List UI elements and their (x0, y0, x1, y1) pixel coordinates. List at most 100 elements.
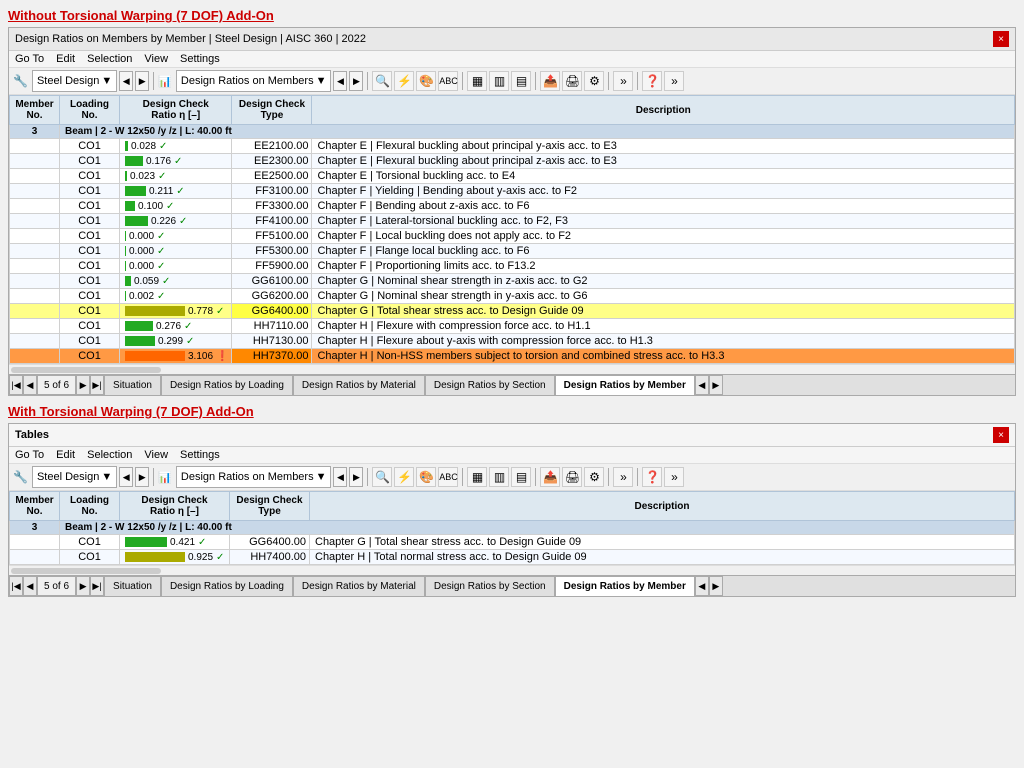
bottom-tab-scroll-right[interactable]: ▶ (709, 576, 723, 596)
bottom-tab-situation[interactable]: Situation (104, 576, 161, 596)
menu-settings[interactable]: Settings (180, 53, 220, 65)
bottom-toolbar-prev1[interactable]: ◀ (119, 467, 133, 487)
bottom-menu-goto[interactable]: Go To (15, 449, 44, 461)
bottom-tab-first[interactable]: |◀ (9, 576, 23, 596)
tab-by-loading[interactable]: Design Ratios by Loading (161, 375, 293, 395)
bottom-more2-icon[interactable]: » (664, 467, 684, 487)
table-row[interactable]: CO10.059 ✓GG6100.00Chapter G | Nominal s… (10, 274, 1015, 289)
table-row[interactable]: CO10.000 ✓FF5900.00Chapter F | Proportio… (10, 259, 1015, 274)
table-icon[interactable]: ▦ (467, 71, 487, 91)
table-row[interactable]: CO10.176 ✓EE2300.00Chapter E | Flexural … (10, 154, 1015, 169)
toolbar-prev1[interactable]: ◀ (119, 71, 133, 91)
bottom-table-icon[interactable]: ▦ (467, 467, 487, 487)
table-row[interactable]: CO10.002 ✓GG6200.00Chapter G | Nominal s… (10, 289, 1015, 304)
bottom-toolbar-prev2[interactable]: ◀ (333, 467, 347, 487)
table-row[interactable]: CO10.925 ✓HH7400.00Chapter H | Total nor… (10, 550, 1015, 565)
menu-selection[interactable]: Selection (87, 53, 132, 65)
tab-prev[interactable]: ◀ (23, 375, 37, 395)
filter-icon[interactable]: ⚡ (394, 71, 414, 91)
bottom-tab-by-loading[interactable]: Design Ratios by Loading (161, 576, 293, 596)
top-scrollbar[interactable] (9, 364, 1015, 374)
table-row[interactable]: CO10.421 ✓GG6400.00Chapter G | Total she… (10, 535, 1015, 550)
bottom-toolbar-next2[interactable]: ▶ (349, 467, 363, 487)
bottom-help-icon[interactable]: ❓ (642, 467, 662, 487)
export-icon[interactable]: 📤 (540, 71, 560, 91)
bottom-close-button[interactable]: × (993, 427, 1009, 443)
dropdown1-arrow: ▼ (101, 75, 112, 87)
bottom-search-icon[interactable]: 🔍 (372, 467, 392, 487)
menu-goto[interactable]: Go To (15, 53, 44, 65)
print-icon[interactable]: 🖨 (562, 71, 582, 91)
top-scrollbar-track (11, 367, 161, 373)
settings-icon[interactable]: ⚙ (584, 71, 604, 91)
col-icon[interactable]: ▥ (489, 71, 509, 91)
menu-view[interactable]: View (144, 53, 168, 65)
table-row[interactable]: CO10.000 ✓FF5300.00Chapter F | Flange lo… (10, 244, 1015, 259)
top-dropdown1[interactable]: Steel Design ▼ (32, 70, 117, 92)
table-row[interactable]: CO10.226 ✓FF4100.00Chapter F | Lateral-t… (10, 214, 1015, 229)
bottom-dropdown2[interactable]: Design Ratios on Members ▼ (176, 466, 332, 488)
table-row[interactable]: CO13.106 ❗HH7370.00Chapter H | Non-HSS m… (10, 349, 1015, 364)
bottom-print-icon[interactable]: 🖨 (562, 467, 582, 487)
table-row[interactable]: CO10.778 ✓GG6400.00Chapter G | Total she… (10, 304, 1015, 319)
bottom-menu-view[interactable]: View (144, 449, 168, 461)
bottom-tab-prev[interactable]: ◀ (23, 576, 37, 596)
table-row[interactable]: CO10.100 ✓FF3300.00Chapter F | Bending a… (10, 199, 1015, 214)
tab-scroll-left[interactable]: ◀ (695, 375, 709, 395)
tab-by-section[interactable]: Design Ratios by Section (425, 375, 555, 395)
bottom-menu-selection[interactable]: Selection (87, 449, 132, 461)
ratio-cell: 0.421 ✓ (120, 535, 230, 550)
toolbar-next1[interactable]: ▶ (135, 71, 149, 91)
bottom-toolbar-sep5 (608, 468, 609, 486)
bottom-toolbar-next1[interactable]: ▶ (135, 467, 149, 487)
bottom-export-icon[interactable]: 📤 (540, 467, 560, 487)
bottom-tab-scroll-left[interactable]: ◀ (695, 576, 709, 596)
table-row[interactable]: CO10.211 ✓FF3100.00Chapter F | Yielding … (10, 184, 1015, 199)
tab-by-member[interactable]: Design Ratios by Member (555, 375, 695, 395)
bottom-tables-title: Tables × (9, 424, 1015, 447)
bottom-row-icon[interactable]: ▤ (511, 467, 531, 487)
color-icon[interactable]: 🎨 (416, 71, 436, 91)
help-icon[interactable]: ❓ (642, 71, 662, 91)
tab-first[interactable]: |◀ (9, 375, 23, 395)
search-icon[interactable]: 🔍 (372, 71, 392, 91)
table-row[interactable]: CO10.000 ✓FF5100.00Chapter F | Local buc… (10, 229, 1015, 244)
table-row[interactable]: CO10.299 ✓HH7130.00Chapter H | Flexure a… (10, 334, 1015, 349)
bottom-col-icon[interactable]: ▥ (489, 467, 509, 487)
bottom-scrollbar[interactable] (9, 565, 1015, 575)
bottom-tab-last[interactable]: ▶| (90, 576, 104, 596)
abc-icon[interactable]: ABC (438, 71, 458, 91)
table-row[interactable]: CO10.028 ✓EE2100.00Chapter E | Flexural … (10, 139, 1015, 154)
ratio-cell: 0.100 ✓ (120, 199, 232, 214)
bottom-tab-by-section[interactable]: Design Ratios by Section (425, 576, 555, 596)
tab-last[interactable]: ▶| (90, 375, 104, 395)
table-row[interactable]: CO10.023 ✓EE2500.00Chapter E | Torsional… (10, 169, 1015, 184)
tab-by-material[interactable]: Design Ratios by Material (293, 375, 425, 395)
top-close-button[interactable]: × (993, 31, 1009, 47)
more-icon[interactable]: » (613, 71, 633, 91)
bottom-abc-icon[interactable]: ABC (438, 467, 458, 487)
row-icon[interactable]: ▤ (511, 71, 531, 91)
bottom-tab-by-member[interactable]: Design Ratios by Member (555, 576, 695, 596)
table-row[interactable]: CO10.276 ✓HH7110.00Chapter H | Flexure w… (10, 319, 1015, 334)
ratio-cell: 0.211 ✓ (120, 184, 232, 199)
bottom-menu-edit[interactable]: Edit (56, 449, 75, 461)
bottom-more-icon[interactable]: » (613, 467, 633, 487)
top-dropdown2[interactable]: Design Ratios on Members ▼ (176, 70, 332, 92)
toolbar-sep3 (462, 72, 463, 90)
bottom-menu-settings[interactable]: Settings (180, 449, 220, 461)
tab-situation[interactable]: Situation (104, 375, 161, 395)
bottom-tab-by-material[interactable]: Design Ratios by Material (293, 576, 425, 596)
top-table-container: MemberNo. LoadingNo. Design CheckRatio η… (9, 95, 1015, 364)
tab-scroll-right[interactable]: ▶ (709, 375, 723, 395)
more2-icon[interactable]: » (664, 71, 684, 91)
bottom-color-icon[interactable]: 🎨 (416, 467, 436, 487)
bottom-settings-icon[interactable]: ⚙ (584, 467, 604, 487)
tab-next[interactable]: ▶ (76, 375, 90, 395)
bottom-filter-icon[interactable]: ⚡ (394, 467, 414, 487)
toolbar-next2[interactable]: ▶ (349, 71, 363, 91)
bottom-tab-next[interactable]: ▶ (76, 576, 90, 596)
bottom-dropdown1[interactable]: Steel Design ▼ (32, 466, 117, 488)
toolbar-prev2[interactable]: ◀ (333, 71, 347, 91)
menu-edit[interactable]: Edit (56, 53, 75, 65)
